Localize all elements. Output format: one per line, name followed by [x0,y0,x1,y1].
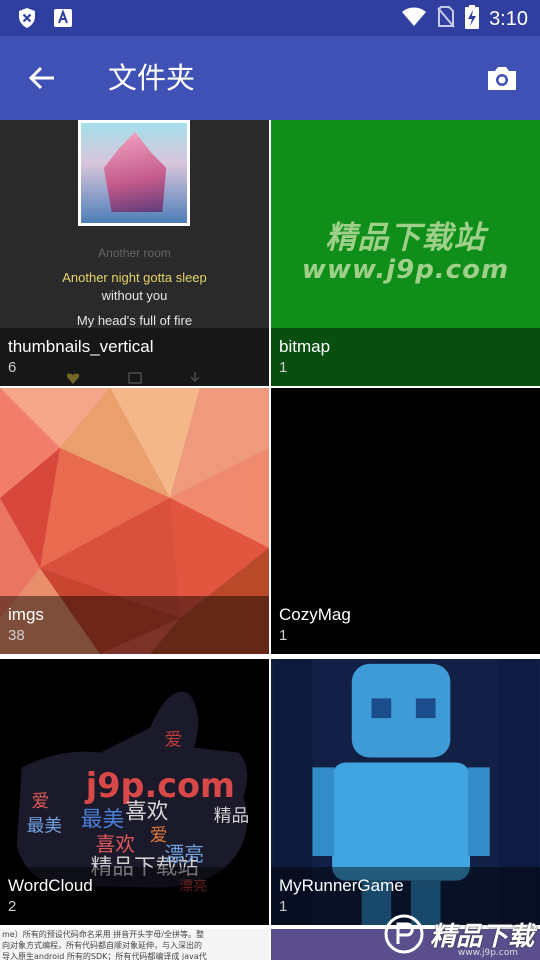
folder-caption: imgs 38 [0,596,269,654]
folder-name: CozyMag [279,605,351,624]
page-title: 文件夹 [108,61,196,95]
folder-count: 38 [8,627,25,644]
lyric-line-current: Another night gotta sleep [62,270,207,285]
svg-text:爱: 爱 [165,730,183,751]
folder-caption: bitmap 1 [271,328,540,386]
folder-tile-imgs[interactable]: imgs 38 [0,388,269,654]
folder-thumbnail: me）所有的预设代码命名采用 拼音开头字母/全拼等。整 向对象方式编程，所有代码… [0,929,269,960]
svg-text:最美: 最美 [81,807,124,832]
lyric-line: without you [101,288,168,303]
svg-text:精品: 精品 [214,806,249,827]
lyric-line: Another room [98,246,171,260]
doc-text-line: me）所有的预设代码命名采用 拼音开头字母/全拼等。整 [2,930,204,939]
font-app-icon [52,6,74,30]
folder-tile-thumbnails-vertical[interactable]: Another room Another night gotta sleep w… [0,120,269,386]
site-logo-icon [384,914,424,954]
folder-caption: thumbnails_vertical 6 [0,328,269,386]
camera-icon [488,67,516,90]
svg-text:漂亮: 漂亮 [165,843,204,866]
camera-button[interactable] [482,58,522,98]
folder-tile-cozymag[interactable]: CozyMag 1 [271,388,540,654]
battery-charging-icon [465,5,480,33]
folder-name: WordCloud [8,876,93,895]
folder-name: thumbnails_vertical [8,337,154,356]
svg-text:喜欢: 喜欢 [96,833,136,856]
folder-count: 6 [8,359,17,376]
svg-text:喜欢: 喜欢 [125,800,169,825]
lyric-line: My head's full of fire [76,313,193,328]
folder-tile-bitmap[interactable]: 精品下载站 www.j9p.com bitmap 1 [271,120,540,386]
site-watermark-text: 精品下载 [429,921,534,952]
back-button[interactable] [22,58,62,98]
folder-tile-wordcloud[interactable]: j9p.com 最美 喜欢 喜欢 爱 精品下载站 漂亮 爱 最美 漂亮 精品 爱… [0,659,269,925]
svg-text:最美: 最美 [27,815,62,836]
app-bar: 文件夹 [0,36,540,120]
folder-tile-myrunnergame[interactable]: MyRunnerGame 1 [271,659,540,925]
svg-text:爱: 爱 [32,791,50,812]
arrow-back-icon [28,66,54,90]
folder-count: 1 [279,359,288,376]
no-sim-icon [437,6,455,32]
folder-name: bitmap [279,337,331,356]
folder-name: MyRunnerGame [279,876,404,895]
wifi-icon [401,7,427,31]
doc-text-line: 向对象方式编程，所有代码都自顺对象延伸，与入深出的 [2,941,202,950]
clock: 3:10 [489,7,528,30]
folder-caption: CozyMag 1 [271,596,540,654]
watermark-url: www.j9p.com [301,255,510,285]
doc-text-line: 导入原生android 所有的SDK；所有代码都编译成 java代 [2,952,207,960]
security-shield-icon [16,6,38,30]
folder-tile-partial[interactable]: me）所有的预设代码命名采用 拼音开头字母/全拼等。整 向对象方式编程，所有代码… [0,929,269,960]
folder-grid: Another room Another night gotta sleep w… [0,120,540,960]
watermark-text: 精品下载站 [325,220,486,256]
status-bar: 3:10 [0,0,540,36]
site-watermark-url: www.j9p.com [457,948,518,958]
folder-count: 2 [8,898,17,915]
folder-caption: WordCloud 2 [0,867,269,925]
folder-count: 1 [279,627,288,644]
folder-name: imgs [8,605,44,624]
